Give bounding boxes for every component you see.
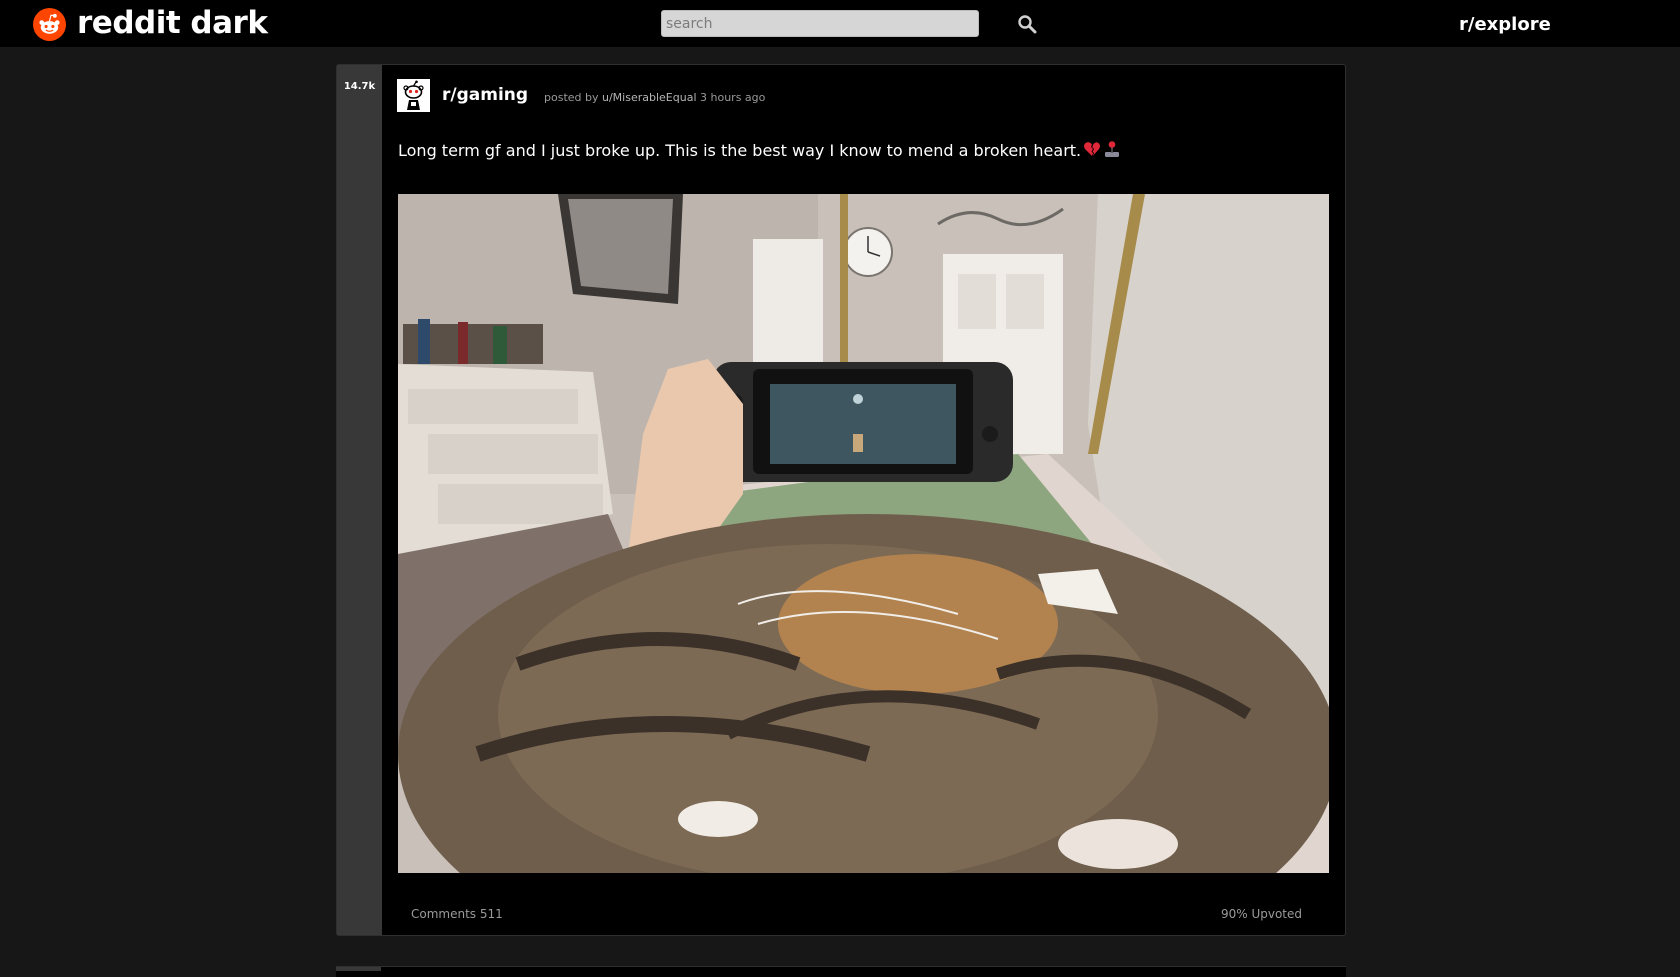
- post-score: 14.7k: [343, 81, 376, 92]
- joystick-emoji: [1105, 141, 1120, 157]
- search-input[interactable]: [661, 10, 979, 37]
- top-bar: reddit dark r/explore: [0, 0, 1680, 47]
- subreddit-link[interactable]: r/gaming: [442, 85, 528, 105]
- reddit-logo-icon[interactable]: [33, 8, 66, 41]
- search-icon[interactable]: [1017, 14, 1037, 34]
- next-post-card: [336, 966, 1346, 977]
- vote-column: 14.7k: [337, 65, 382, 935]
- post-time: 3 hours ago: [700, 91, 766, 104]
- next-post-vote-column: [336, 967, 381, 971]
- site-brand[interactable]: reddit dark: [77, 3, 268, 43]
- comments-link[interactable]: Comments 511: [411, 907, 503, 921]
- explore-link[interactable]: r/explore: [1459, 14, 1551, 36]
- post-meta: posted by u/MiserableEqual 3 hours ago: [544, 91, 765, 105]
- post-image[interactable]: [398, 194, 1329, 873]
- post-title[interactable]: Long term gf and I just broke up. This i…: [398, 139, 1121, 163]
- meta-prefix: posted by: [544, 91, 599, 104]
- broken-heart-emoji: [1084, 142, 1101, 156]
- subreddit-avatar[interactable]: [397, 79, 430, 112]
- post-card: 14.7k r/gaming posted by u/MiserableEqua…: [336, 64, 1346, 936]
- author-link[interactable]: u/MiserableEqual: [602, 91, 697, 104]
- post-title-text: Long term gf and I just broke up. This i…: [398, 141, 1082, 160]
- upvote-ratio: 90% Upvoted: [1220, 907, 1302, 921]
